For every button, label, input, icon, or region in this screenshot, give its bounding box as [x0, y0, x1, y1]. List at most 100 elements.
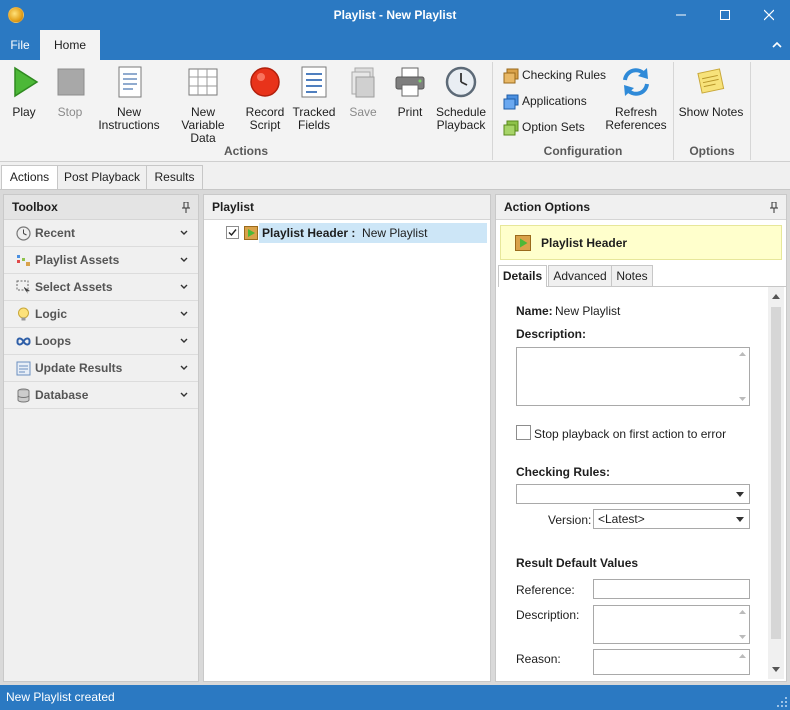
record-script-button[interactable]: Record Script — [243, 65, 287, 132]
chevron-down-icon — [180, 230, 188, 235]
toolbox-item-select-assets[interactable]: Select Assets — [4, 274, 198, 301]
chevron-down-icon — [180, 338, 188, 343]
tab-file[interactable]: File — [0, 30, 40, 60]
applications-icon — [503, 94, 519, 110]
action-options-panel: Action Options Playlist Header Details A… — [495, 194, 787, 682]
selected-action-name: Playlist Header — [541, 236, 628, 250]
select-icon — [16, 280, 30, 294]
details-scrollbar[interactable] — [768, 287, 784, 679]
pin-icon[interactable] — [770, 202, 778, 213]
reference-label: Reference: — [516, 583, 575, 597]
playlist-assets-icon — [17, 255, 30, 266]
stop-label: Stop — [57, 105, 83, 119]
tab-results[interactable]: Results — [146, 165, 203, 190]
scroll-down-arrow-icon[interactable] — [739, 396, 746, 402]
scroll-up-arrow-icon[interactable] — [739, 609, 746, 615]
playlist-header: Playlist — [204, 195, 490, 220]
chevron-down-icon — [180, 284, 188, 289]
chevron-down-icon — [180, 365, 188, 370]
tab-notes[interactable]: Notes — [611, 265, 653, 287]
close-button[interactable] — [746, 0, 790, 30]
infinity-icon — [16, 337, 31, 346]
maximize-button[interactable] — [702, 0, 748, 30]
version-select-value: <Latest> — [598, 512, 645, 526]
scroll-down-arrow-icon[interactable] — [739, 634, 746, 640]
stop-playback-checkbox[interactable] — [516, 425, 531, 440]
ribbon: Play Stop New Instructions New Variable … — [0, 60, 790, 162]
tab-post-playback[interactable]: Post Playback — [57, 165, 147, 190]
scroll-up-arrow-icon[interactable] — [772, 293, 780, 299]
play-label: Play — [12, 105, 36, 119]
version-select[interactable]: <Latest> — [593, 509, 750, 529]
show-notes-button[interactable]: Show Notes — [678, 65, 744, 119]
applications-button[interactable]: Applications — [503, 93, 587, 111]
save-button[interactable]: Save — [343, 65, 383, 119]
dropdown-arrow-icon — [736, 492, 744, 497]
action-options-tabs: Details Advanced Notes — [498, 265, 786, 288]
lightbulb-icon — [18, 307, 29, 321]
stop-icon — [57, 68, 85, 96]
toolbox-item-label: Loops — [35, 334, 71, 348]
show-notes-label: Show Notes — [678, 105, 744, 119]
stop-playback-label: Stop playback on first action to error — [534, 427, 727, 441]
description-textarea[interactable] — [516, 347, 750, 406]
toolbox-title: Toolbox — [12, 200, 58, 214]
reason-textarea[interactable] — [593, 649, 750, 675]
tab-details[interactable]: Details — [498, 265, 547, 288]
checking-rules-select[interactable] — [516, 484, 750, 504]
toolbox-item-loops[interactable]: Loops — [4, 328, 198, 355]
minimize-button[interactable] — [658, 0, 704, 30]
ribbon-separator — [750, 62, 751, 160]
result-description-textarea[interactable] — [593, 605, 750, 644]
chevron-down-icon — [180, 392, 188, 397]
record-script-label-2: Script — [249, 118, 281, 132]
result-default-values-heading: Result Default Values — [516, 556, 639, 570]
resize-grip-icon[interactable] — [777, 697, 787, 707]
playlist-row-label-area[interactable]: Playlist Header : New Playlist — [259, 223, 487, 243]
new-variable-data-button[interactable]: New Variable Data — [168, 65, 238, 145]
refresh-references-button[interactable]: Refresh References — [604, 65, 668, 132]
toolbox-item-label: Database — [35, 388, 89, 402]
selected-action-banner: Playlist Header — [500, 225, 782, 260]
printer-icon — [395, 67, 425, 97]
checking-rules-button[interactable]: Checking Rules — [503, 67, 606, 85]
playlist-row[interactable]: Playlist Header : New Playlist — [222, 223, 488, 243]
save-label: Save — [349, 105, 377, 119]
playlist-header-icon — [244, 226, 258, 240]
chevron-down-icon — [180, 311, 188, 316]
toolbox-item-playlist-assets[interactable]: Playlist Assets — [4, 247, 198, 274]
grid-icon — [188, 68, 218, 96]
new-instructions-button[interactable]: New Instructions — [97, 65, 161, 132]
scroll-up-arrow-icon[interactable] — [739, 351, 746, 357]
scroll-down-arrow-icon[interactable] — [772, 667, 780, 673]
playlist-panel: Playlist Playlist Header : New Playlist — [203, 194, 491, 682]
schedule-playback-button[interactable]: Schedule Playback — [435, 65, 487, 132]
tracked-fields-button[interactable]: Tracked Fields — [292, 65, 336, 132]
scroll-up-arrow-icon[interactable] — [739, 653, 746, 659]
toolbox-item-recent[interactable]: Recent — [4, 220, 198, 247]
option-sets-button[interactable]: Option Sets — [503, 119, 585, 137]
playlist-row-checkbox[interactable] — [226, 226, 239, 239]
stop-button[interactable]: Stop — [50, 65, 90, 119]
pin-icon[interactable] — [182, 202, 190, 213]
play-button[interactable]: Play — [4, 65, 44, 119]
playlist-row-label: Playlist Header : — [262, 226, 356, 240]
version-label: Version: — [548, 513, 592, 527]
playlist-title: Playlist — [212, 200, 255, 214]
toolbox-item-database[interactable]: Database — [4, 382, 198, 409]
actions-group-label: Actions — [223, 144, 268, 158]
tab-advanced[interactable]: Advanced — [548, 265, 612, 287]
collapse-ribbon-icon[interactable] — [772, 40, 782, 50]
reference-input[interactable] — [593, 579, 750, 599]
tab-home[interactable]: Home — [40, 30, 100, 60]
tab-actions[interactable]: Actions — [1, 165, 58, 190]
toolbox-item-label: Recent — [35, 226, 76, 240]
status-bar: New Playlist created — [0, 685, 790, 710]
document-tabs: Actions Post Playback Results — [0, 165, 790, 190]
print-button[interactable]: Print — [390, 65, 430, 119]
toolbox-item-logic[interactable]: Logic — [4, 301, 198, 328]
toolbox-item-update-results[interactable]: Update Results — [4, 355, 198, 382]
toolbox-panel: Toolbox Recent Playlist Assets Select As… — [3, 194, 199, 682]
option-sets-label: Option Sets — [522, 120, 585, 134]
scrollbar-thumb[interactable] — [771, 307, 781, 639]
